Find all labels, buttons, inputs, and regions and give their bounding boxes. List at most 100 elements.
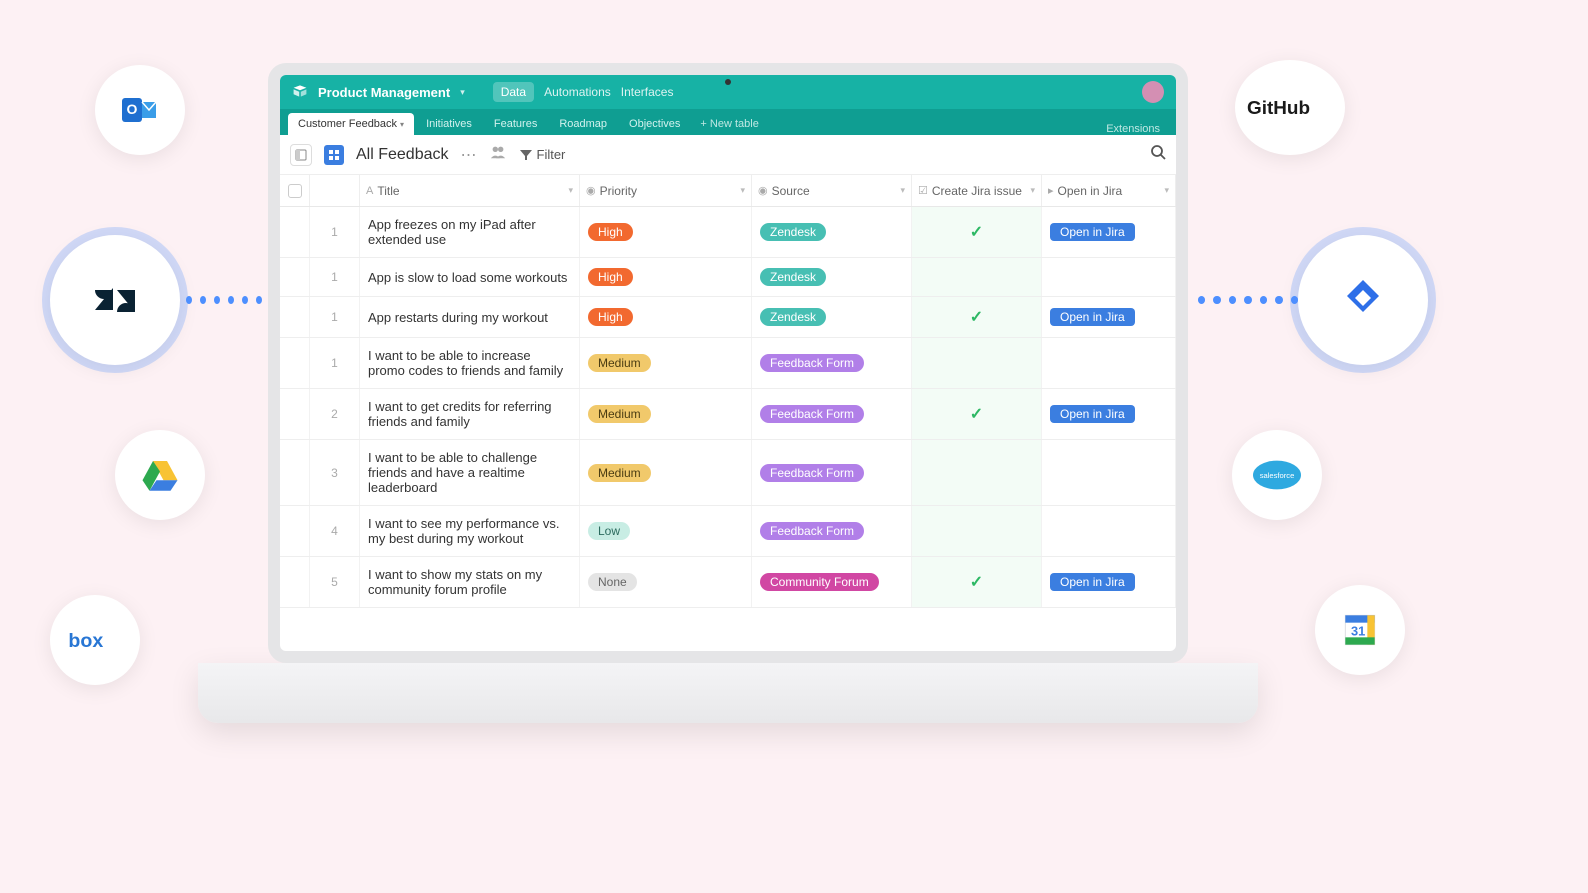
cell-priority[interactable]: Low bbox=[580, 506, 752, 556]
cell-source[interactable]: Feedback Form bbox=[752, 440, 912, 505]
open-in-jira-button[interactable]: Open in Jira bbox=[1050, 308, 1135, 326]
table-row[interactable]: 3I want to be able to challenge friends … bbox=[280, 440, 1176, 506]
table-row[interactable]: 2I want to get credits for referring fri… bbox=[280, 389, 1176, 440]
row-checkbox[interactable] bbox=[280, 258, 310, 296]
jira-icon bbox=[1298, 235, 1428, 365]
cell-open-jira[interactable] bbox=[1042, 338, 1176, 388]
table-row[interactable]: 1I want to be able to increase promo cod… bbox=[280, 338, 1176, 389]
tab-objectives[interactable]: Objectives bbox=[619, 113, 690, 135]
open-in-jira-button[interactable]: Open in Jira bbox=[1050, 223, 1135, 241]
row-number: 1 bbox=[310, 207, 360, 257]
svg-text:GitHub: GitHub bbox=[1247, 98, 1310, 119]
table-row[interactable]: 4I want to see my performance vs. my bes… bbox=[280, 506, 1176, 557]
row-checkbox[interactable] bbox=[280, 297, 310, 337]
cell-title[interactable]: I want to be able to challenge friends a… bbox=[360, 440, 580, 505]
cell-priority[interactable]: High bbox=[580, 297, 752, 337]
cell-priority[interactable]: High bbox=[580, 258, 752, 296]
airtable-logo-icon bbox=[292, 83, 308, 102]
cell-source[interactable]: Feedback Form bbox=[752, 338, 912, 388]
cell-priority[interactable]: Medium bbox=[580, 338, 752, 388]
cell-source[interactable]: Community Forum bbox=[752, 557, 912, 607]
cell-title[interactable]: I want to get credits for referring frie… bbox=[360, 389, 580, 439]
row-number: 3 bbox=[310, 440, 360, 505]
cell-priority[interactable]: Medium bbox=[580, 440, 752, 505]
table-tabs: Customer Feedback▾ Initiatives Features … bbox=[280, 109, 1176, 135]
table-row[interactable]: 1App freezes on my iPad after extended u… bbox=[280, 207, 1176, 258]
cell-open-jira[interactable] bbox=[1042, 258, 1176, 296]
cell-create-jira[interactable] bbox=[912, 338, 1042, 388]
cell-create-jira[interactable] bbox=[912, 258, 1042, 296]
tab-customer-feedback[interactable]: Customer Feedback▾ bbox=[288, 113, 414, 135]
cell-create-jira[interactable]: ✓ bbox=[912, 297, 1042, 337]
new-table-button[interactable]: + New table bbox=[692, 113, 766, 135]
table-row[interactable]: 5I want to show my stats on my community… bbox=[280, 557, 1176, 608]
tab-features[interactable]: Features bbox=[484, 113, 547, 135]
nav-data[interactable]: Data bbox=[493, 82, 534, 102]
row-checkbox[interactable] bbox=[280, 207, 310, 257]
view-menu-icon[interactable]: ⋯ bbox=[461, 145, 477, 165]
search-icon[interactable] bbox=[1150, 144, 1166, 165]
cell-create-jira[interactable] bbox=[912, 506, 1042, 556]
row-checkbox[interactable] bbox=[280, 557, 310, 607]
gcal-icon: 31 bbox=[1315, 585, 1405, 675]
cell-create-jira[interactable]: ✓ bbox=[912, 207, 1042, 257]
collaborators-icon[interactable] bbox=[489, 145, 507, 164]
cell-create-jira[interactable]: ✓ bbox=[912, 557, 1042, 607]
cell-title[interactable]: I want to show my stats on my community … bbox=[360, 557, 580, 607]
col-open-jira[interactable]: ▸Open in Jira▾ bbox=[1042, 175, 1176, 206]
cell-create-jira[interactable] bbox=[912, 440, 1042, 505]
camera-dot bbox=[725, 79, 731, 85]
cell-priority[interactable]: None bbox=[580, 557, 752, 607]
row-number: 1 bbox=[310, 297, 360, 337]
col-title[interactable]: ATitle▾ bbox=[360, 175, 580, 206]
workspace-title[interactable]: Product Management bbox=[318, 85, 450, 100]
tab-roadmap[interactable]: Roadmap bbox=[549, 113, 617, 135]
view-name[interactable]: All Feedback bbox=[356, 146, 449, 164]
cell-source[interactable]: Feedback Form bbox=[752, 506, 912, 556]
cell-open-jira[interactable]: Open in Jira bbox=[1042, 207, 1176, 257]
row-number: 4 bbox=[310, 506, 360, 556]
nav-automations[interactable]: Automations bbox=[544, 85, 611, 99]
cell-open-jira[interactable] bbox=[1042, 440, 1176, 505]
table-row[interactable]: 1App restarts during my workoutHighZende… bbox=[280, 297, 1176, 338]
cell-title[interactable]: App restarts during my workout bbox=[360, 297, 580, 337]
svg-text:O: O bbox=[127, 101, 138, 117]
col-priority[interactable]: ◉Priority▾ bbox=[580, 175, 752, 206]
connector-right bbox=[1198, 296, 1298, 304]
cell-source[interactable]: Feedback Form bbox=[752, 389, 912, 439]
row-checkbox[interactable] bbox=[280, 389, 310, 439]
checkbox-header[interactable] bbox=[280, 175, 310, 206]
cell-priority[interactable]: Medium bbox=[580, 389, 752, 439]
table-body: 1App freezes on my iPad after extended u… bbox=[280, 207, 1176, 608]
cell-open-jira[interactable]: Open in Jira bbox=[1042, 297, 1176, 337]
cell-title[interactable]: I want to be able to increase promo code… bbox=[360, 338, 580, 388]
open-in-jira-button[interactable]: Open in Jira bbox=[1050, 405, 1135, 423]
cell-source[interactable]: Zendesk bbox=[752, 297, 912, 337]
chevron-down-icon[interactable]: ▾ bbox=[460, 87, 465, 98]
cell-title[interactable]: I want to see my performance vs. my best… bbox=[360, 506, 580, 556]
cell-title[interactable]: App is slow to load some workouts bbox=[360, 258, 580, 296]
cell-source[interactable]: Zendesk bbox=[752, 258, 912, 296]
row-checkbox[interactable] bbox=[280, 338, 310, 388]
sidebar-toggle[interactable] bbox=[290, 144, 312, 166]
avatar[interactable] bbox=[1142, 81, 1164, 103]
cell-title[interactable]: App freezes on my iPad after extended us… bbox=[360, 207, 580, 257]
row-checkbox[interactable] bbox=[280, 440, 310, 505]
col-source[interactable]: ◉Source▾ bbox=[752, 175, 912, 206]
svg-text:31: 31 bbox=[1351, 624, 1365, 639]
cell-open-jira[interactable]: Open in Jira bbox=[1042, 389, 1176, 439]
cell-open-jira[interactable]: Open in Jira bbox=[1042, 557, 1176, 607]
cell-priority[interactable]: High bbox=[580, 207, 752, 257]
table-row[interactable]: 1App is slow to load some workoutsHighZe… bbox=[280, 258, 1176, 297]
row-checkbox[interactable] bbox=[280, 506, 310, 556]
open-in-jira-button[interactable]: Open in Jira bbox=[1050, 573, 1135, 591]
tab-initiatives[interactable]: Initiatives bbox=[416, 113, 482, 135]
col-create-jira[interactable]: ☑Create Jira issue▾ bbox=[912, 175, 1042, 206]
nav-interfaces[interactable]: Interfaces bbox=[621, 85, 674, 99]
row-number: 1 bbox=[310, 258, 360, 296]
cell-create-jira[interactable]: ✓ bbox=[912, 389, 1042, 439]
filter-button[interactable]: Filter bbox=[519, 147, 566, 162]
cell-source[interactable]: Zendesk bbox=[752, 207, 912, 257]
extensions-button[interactable]: Extensions bbox=[1106, 123, 1168, 135]
cell-open-jira[interactable] bbox=[1042, 506, 1176, 556]
